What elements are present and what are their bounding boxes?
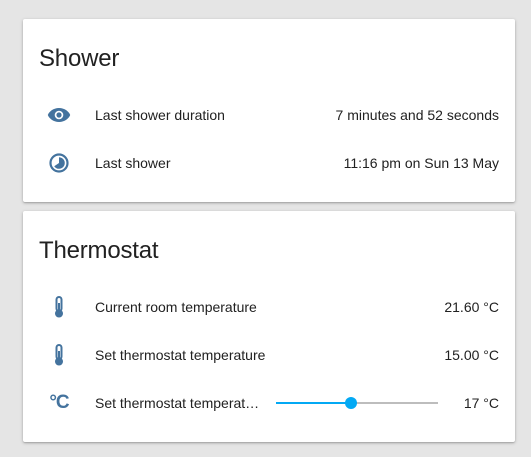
row-value: 11:16 pm on Sun 13 May	[343, 155, 499, 171]
celsius-icon: °C	[45, 391, 73, 415]
eye-icon	[45, 103, 73, 127]
card-title: Thermostat	[39, 237, 159, 264]
row-label: Set thermostat temperature	[95, 347, 266, 363]
set-temperature-row[interactable]: Set thermostat temperature 15.00 °C	[23, 335, 515, 375]
slider-fill	[276, 402, 351, 404]
temperature-slider[interactable]	[276, 397, 438, 409]
row-value: 15.00 °C	[444, 347, 499, 363]
clock-pie-icon	[45, 151, 73, 175]
last-shower-row[interactable]: Last shower 11:16 pm on Sun 13 May	[23, 143, 515, 183]
row-value: 7 minutes and 52 seconds	[335, 107, 499, 123]
row-label: Last shower	[95, 155, 171, 171]
row-label: Last shower duration	[95, 107, 225, 123]
row-value: 17 °C	[463, 395, 499, 411]
celsius-glyph: °C	[49, 392, 69, 413]
thermometer-icon	[45, 343, 73, 367]
row-label: Current room temperature	[95, 299, 257, 315]
card-title: Shower	[39, 45, 120, 72]
thermostat-card: Thermostat Current room temperature 21.6…	[23, 211, 515, 442]
current-temperature-row[interactable]: Current room temperature 21.60 °C	[23, 287, 515, 327]
row-label: Set thermostat temperat…	[95, 395, 260, 411]
thermometer-icon	[45, 295, 73, 319]
shower-duration-row[interactable]: Last shower duration 7 minutes and 52 se…	[23, 95, 515, 135]
slider-thumb[interactable]	[344, 397, 357, 409]
shower-card: Shower Last shower duration 7 minutes an…	[23, 19, 515, 202]
row-value: 21.60 °C	[444, 299, 499, 315]
set-temperature-slider-row: °C Set thermostat temperat… 17 °C	[23, 383, 515, 423]
